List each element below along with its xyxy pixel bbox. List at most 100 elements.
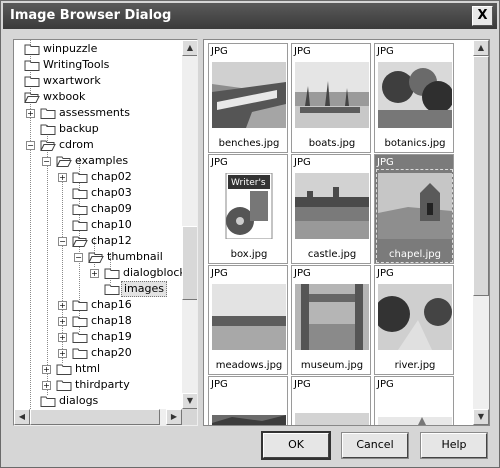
tree-item-dialogs[interactable]: dialogs — [14, 393, 184, 409]
tree-item-dialogblocks[interactable]: + dialogblocks — [14, 265, 191, 281]
image-cell-row4-2[interactable]: JPG — [291, 376, 371, 425]
expand-icon[interactable]: + — [42, 365, 51, 374]
image-cell-river[interactable]: JPG river.jpg — [374, 265, 454, 375]
tree-item-chap12[interactable]: − chap12 — [14, 233, 184, 249]
collapse-icon[interactable]: − — [42, 157, 51, 166]
tree-item-chap18[interactable]: + chap18 — [14, 313, 184, 329]
folder-icon — [72, 347, 88, 359]
scroll-right-icon[interactable]: ▶ — [166, 409, 182, 425]
tree-item-wxbook[interactable]: wxbook — [14, 89, 184, 105]
image-format-label: JPG — [377, 379, 394, 390]
image-cell-museum[interactable]: JPG museum.jpg — [291, 265, 371, 375]
museum-thumbnail — [295, 284, 369, 350]
tree-item-writingtools[interactable]: WritingTools — [14, 57, 184, 73]
image-cell-row4-1[interactable]: JPG — [208, 376, 288, 425]
title-bar[interactable]: Image Browser Dialog X — [3, 3, 497, 29]
image-filename: benches.jpg — [218, 138, 280, 149]
open-folder-icon — [88, 251, 104, 263]
tree-item-label: thumbnail — [107, 250, 163, 263]
tree-item-label: examples — [75, 154, 129, 167]
image-filename: castle.jpg — [307, 249, 357, 260]
cancel-button[interactable]: Cancel — [341, 432, 409, 459]
scroll-thumb[interactable] — [182, 226, 197, 300]
chapel-thumbnail — [378, 173, 452, 239]
image-filename: meadows.jpg — [215, 360, 283, 371]
folder-icon — [72, 299, 88, 311]
scroll-up-icon[interactable]: ▲ — [182, 40, 197, 56]
tree-item-label: chap16 — [91, 298, 132, 311]
expand-icon[interactable]: + — [58, 349, 67, 358]
tree-item-chap02[interactable]: + chap02 — [14, 169, 184, 185]
tree-item-examples[interactable]: − examples — [14, 153, 184, 169]
scroll-left-icon[interactable]: ◀ — [14, 409, 30, 425]
image-cell-row4-3[interactable]: JPG — [374, 376, 454, 425]
tree-item-chap16[interactable]: + chap16 — [14, 297, 184, 313]
image-filename: botanics.jpg — [384, 138, 446, 149]
tree-item-label: chap18 — [91, 314, 132, 327]
image-filename: museum.jpg — [300, 360, 364, 371]
tree-item-chap09[interactable]: chap09 — [14, 201, 184, 217]
collapse-icon[interactable]: − — [74, 253, 83, 262]
tree-item-thumbnail[interactable]: − thumbnail — [14, 249, 184, 265]
close-button[interactable]: X — [472, 6, 493, 26]
expand-icon[interactable]: + — [58, 301, 67, 310]
tree-item-thirdparty[interactable]: + thirdparty — [14, 377, 184, 393]
image-cell-chapel-selected[interactable]: JPG chapel.jpg — [374, 154, 454, 264]
tree-item-chap20[interactable]: + chap20 — [14, 345, 184, 361]
tree-item-label-selected: images — [121, 281, 167, 297]
castle-thumbnail — [295, 173, 369, 239]
folder-icon — [24, 59, 40, 71]
river-thumbnail — [378, 284, 452, 350]
tree-item-winpuzzle[interactable]: winpuzzle — [14, 41, 184, 57]
image-cell-botanics[interactable]: JPG botanics.jpg — [374, 43, 454, 153]
image-cell-meadows[interactable]: JPG meadows.jpg — [208, 265, 288, 375]
open-folder-icon — [56, 155, 72, 167]
tree-item-cdrom[interactable]: − cdrom — [14, 137, 184, 153]
tree-item-label: WritingTools — [43, 58, 110, 71]
scroll-thumb[interactable] — [30, 409, 160, 425]
expand-icon[interactable]: + — [26, 109, 35, 118]
tree-item-chap03[interactable]: chap03 — [14, 185, 184, 201]
tree-item-images[interactable]: images — [14, 281, 184, 297]
collapse-icon[interactable]: − — [26, 141, 35, 150]
tree-item-label: wxbook — [43, 90, 86, 103]
folder-icon — [40, 395, 56, 407]
tree-item-backup[interactable]: backup — [14, 121, 184, 137]
tree-item-html[interactable]: + html — [14, 361, 184, 377]
expand-icon[interactable]: + — [42, 381, 51, 390]
tree-item-label: winpuzzle — [43, 42, 98, 55]
tree-item-label: dialogs — [59, 394, 99, 407]
image-cell-boats[interactable]: JPG boats.jpg — [291, 43, 371, 153]
grid-vertical-scrollbar[interactable]: ▲ ▼ — [473, 40, 489, 425]
image-filename: chapel.jpg — [389, 249, 441, 260]
expand-icon[interactable]: + — [58, 173, 67, 182]
scroll-thumb[interactable] — [473, 56, 489, 296]
scroll-down-icon[interactable]: ▼ — [182, 393, 197, 409]
folder-icon — [72, 315, 88, 327]
ok-button[interactable]: OK — [261, 431, 331, 460]
image-cell-benches[interactable]: JPG benches.jpg — [208, 43, 288, 153]
expand-icon[interactable]: + — [90, 269, 99, 278]
image-grid[interactable]: JPG benches.jpg JPG boats.jpg JPG botani… — [203, 39, 490, 426]
directory-tree[interactable]: winpuzzle WritingTools wxartwork wxbook … — [13, 39, 198, 426]
scroll-up-icon[interactable]: ▲ — [473, 40, 489, 56]
tree-item-chap19[interactable]: + chap19 — [14, 329, 184, 345]
help-button[interactable]: Help — [420, 432, 488, 459]
open-folder-icon — [40, 139, 56, 151]
tree-vertical-scrollbar[interactable]: ▲ ▼ — [182, 40, 197, 409]
tree-horizontal-scrollbar[interactable]: ◀ ▶ — [14, 409, 182, 425]
tree-item-assessments[interactable]: + assessments — [14, 105, 184, 121]
tree-item-label: thirdparty — [75, 378, 130, 391]
folder-icon — [24, 75, 40, 87]
scroll-down-icon[interactable]: ▼ — [473, 409, 489, 425]
image-cell-box[interactable]: JPG Writer's box.jpg — [208, 154, 288, 264]
tree-item-chap10[interactable]: chap10 — [14, 217, 184, 233]
collapse-icon[interactable]: − — [58, 237, 67, 246]
expand-icon[interactable]: + — [58, 333, 67, 342]
image-cell-castle[interactable]: JPG castle.jpg — [291, 154, 371, 264]
folder-icon — [72, 203, 88, 215]
tree-item-label: cdrom — [59, 138, 94, 151]
tree-item-wxartwork[interactable]: wxartwork — [14, 73, 184, 89]
expand-icon[interactable]: + — [58, 317, 67, 326]
folder-icon — [72, 331, 88, 343]
